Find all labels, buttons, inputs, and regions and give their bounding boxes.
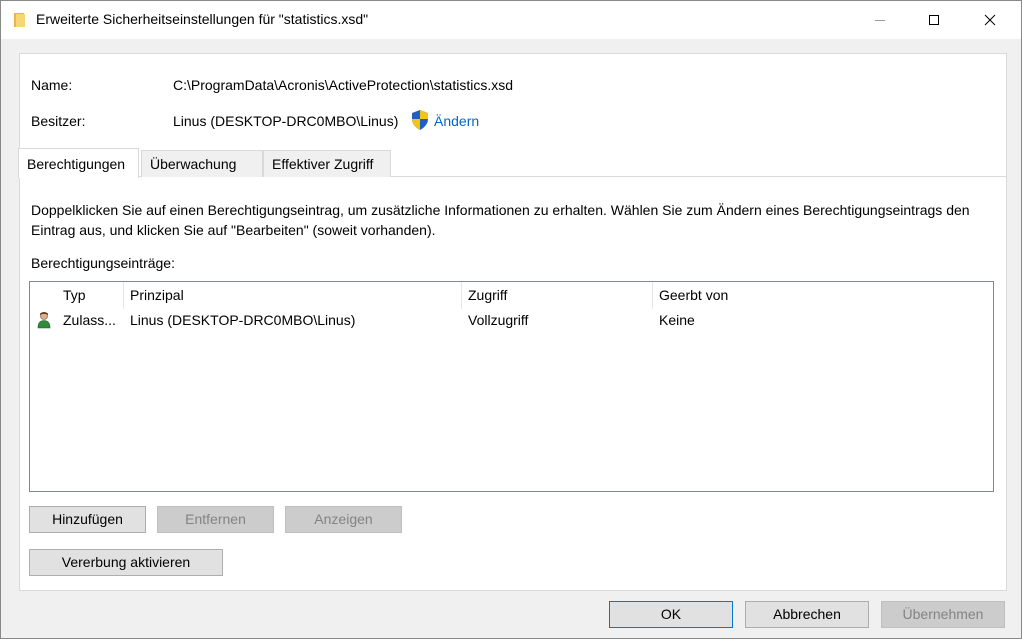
permissions-description: Doppelklicken Sie auf einen Berechtigung… bbox=[31, 202, 970, 238]
cell-type: Zulass... bbox=[63, 312, 116, 328]
permission-entries-label: Berechtigungseinträge: bbox=[31, 255, 175, 271]
column-separator[interactable] bbox=[461, 282, 462, 309]
owner-value: Linus (DESKTOP-DRC0MBO\Linus) bbox=[173, 113, 399, 129]
tab-effective-access[interactable]: Effektiver Zugriff bbox=[263, 150, 391, 177]
title-bar[interactable]: Erweiterte Sicherheitseinstellungen für … bbox=[1, 1, 1021, 39]
tab-auditing[interactable]: Überwachung bbox=[141, 150, 263, 177]
column-separator[interactable] bbox=[652, 282, 653, 309]
content-panel: Name: C:\ProgramData\Acronis\ActiveProte… bbox=[18, 53, 1007, 591]
close-button[interactable] bbox=[967, 1, 1013, 39]
remove-button[interactable]: Entfernen bbox=[157, 506, 274, 533]
maximize-button[interactable] bbox=[911, 1, 957, 39]
column-type[interactable]: Typ bbox=[63, 287, 86, 303]
ok-button[interactable]: OK bbox=[609, 601, 733, 628]
column-inherited-from[interactable]: Geerbt von bbox=[659, 287, 728, 303]
name-label: Name: bbox=[31, 77, 73, 93]
column-separator[interactable] bbox=[123, 282, 124, 309]
view-button[interactable]: Anzeigen bbox=[285, 506, 402, 533]
minimize-button[interactable] bbox=[857, 1, 903, 39]
cell-access: Vollzugriff bbox=[468, 312, 529, 328]
list-header: Typ Prinzipal Zugriff Geerbt von bbox=[30, 282, 993, 309]
window-title: Erweiterte Sicherheitseinstellungen für … bbox=[36, 11, 369, 27]
name-value: C:\ProgramData\Acronis\ActiveProtection\… bbox=[173, 77, 514, 93]
apply-button[interactable]: Übernehmen bbox=[881, 601, 1005, 628]
folder-icon bbox=[14, 13, 25, 27]
column-principal[interactable]: Prinzipal bbox=[130, 287, 184, 303]
user-icon bbox=[37, 312, 51, 329]
permission-entries-list[interactable]: Typ Prinzipal Zugriff Geerbt von Zulass.… bbox=[29, 281, 994, 492]
cell-inherited-from: Keine bbox=[659, 312, 695, 328]
cancel-button[interactable]: Abbrechen bbox=[745, 601, 869, 628]
change-owner-link[interactable]: Ändern bbox=[434, 113, 479, 129]
maximize-icon bbox=[929, 15, 939, 25]
add-button[interactable]: Hinzufügen bbox=[29, 506, 146, 533]
close-icon bbox=[984, 14, 996, 26]
minimize-icon bbox=[875, 20, 885, 21]
owner-label: Besitzer: bbox=[31, 113, 86, 129]
column-access[interactable]: Zugriff bbox=[468, 287, 507, 303]
table-row[interactable]: Zulass... Linus (DESKTOP-DRC0MBO\Linus) … bbox=[30, 309, 993, 331]
cell-principal: Linus (DESKTOP-DRC0MBO\Linus) bbox=[130, 312, 356, 328]
security-settings-window: Erweiterte Sicherheitseinstellungen für … bbox=[0, 0, 1022, 639]
enable-inheritance-button[interactable]: Vererbung aktivieren bbox=[29, 549, 223, 576]
tab-permissions[interactable]: Berechtigungen bbox=[18, 148, 139, 178]
uac-shield-icon bbox=[412, 110, 428, 130]
